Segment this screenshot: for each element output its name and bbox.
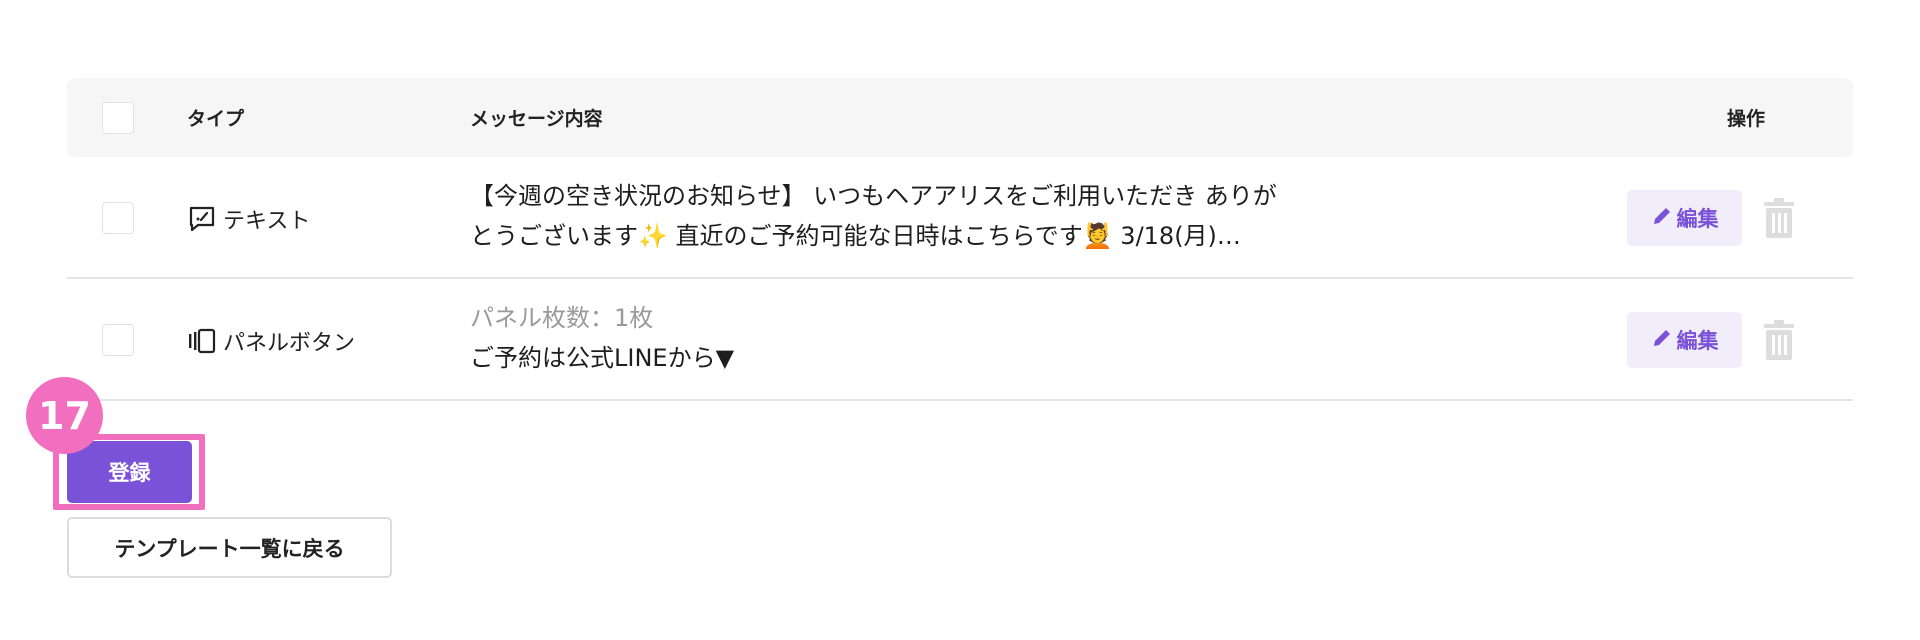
panel-icon: [187, 326, 217, 356]
type-label: テキスト: [223, 209, 311, 234]
table-row: パネルボタン パネル枚数：1枚 ご予約は公式LINEから▼ 編集: [67, 279, 1853, 401]
panel-count: パネル枚数：1枚: [470, 304, 654, 332]
edit-button[interactable]: 編集: [1627, 312, 1742, 368]
actions-cell: 編集: [1627, 190, 1742, 246]
row-checkbox[interactable]: [102, 202, 134, 234]
message-line: とうございます✨ 直近のご予約可能な日時はこちらです💆 3/18(月)…: [470, 222, 1241, 250]
message-preview: 【今週の空き状況のお知らせ】 いつもヘアアリスをご利用いただき ありが とうござ…: [470, 176, 1350, 256]
message-cell: 【今週の空き状況のお知らせ】 いつもヘアアリスをご利用いただき ありが とうござ…: [470, 176, 1350, 256]
header-checkbox-cell: [102, 101, 134, 134]
edit-label: 編集: [1676, 329, 1719, 353]
pencil-icon: [1651, 327, 1673, 354]
row-checkbox-cell: [102, 324, 134, 356]
step-number-badge: 17: [26, 377, 103, 454]
edit-label: 編集: [1676, 207, 1719, 231]
back-to-template-list-button[interactable]: テンプレート一覧に戻る: [67, 517, 392, 578]
table-row: テキスト 【今週の空き状況のお知らせ】 いつもヘアアリスをご利用いただき ありが…: [67, 157, 1853, 279]
actions-cell: 編集: [1627, 312, 1742, 368]
trash-icon[interactable]: [1763, 197, 1799, 239]
message-preview: パネル枚数：1枚 ご予約は公式LINEから▼: [470, 298, 1350, 378]
row-checkbox[interactable]: [102, 324, 134, 356]
message-line: 【今週の空き状況のお知らせ】 いつもヘアアリスをご利用いただき ありが: [470, 182, 1277, 210]
message-line: ご予約は公式LINEから▼: [470, 344, 735, 372]
trash-icon[interactable]: [1763, 319, 1799, 361]
message-table: タイプ メッセージ内容 操作 テキスト 【今週の空き状況のお知らせ】 いつもヘア…: [67, 78, 1853, 401]
type-cell: テキスト: [187, 203, 310, 235]
message-cell: パネル枚数：1枚 ご予約は公式LINEから▼: [470, 298, 1350, 378]
register-button[interactable]: 登録: [67, 441, 192, 503]
pencil-icon: [1651, 205, 1673, 232]
table-header: タイプ メッセージ内容 操作: [67, 78, 1853, 157]
header-actions: 操作: [1727, 108, 1766, 130]
select-all-checkbox[interactable]: [102, 101, 134, 134]
type-label: パネルボタン: [223, 331, 356, 356]
type-label-wrap: パネルボタン: [187, 325, 355, 357]
header-message: メッセージ内容: [470, 108, 603, 130]
speech-bubble-icon: [187, 204, 217, 234]
edit-button[interactable]: 編集: [1627, 190, 1742, 246]
type-cell: パネルボタン: [187, 325, 355, 357]
type-label-wrap: テキスト: [187, 203, 310, 235]
template-edit-page: タイプ メッセージ内容 操作 テキスト 【今週の空き状況のお知らせ】 いつもヘア…: [0, 0, 1920, 640]
header-type: タイプ: [187, 108, 245, 130]
row-checkbox-cell: [102, 202, 134, 234]
